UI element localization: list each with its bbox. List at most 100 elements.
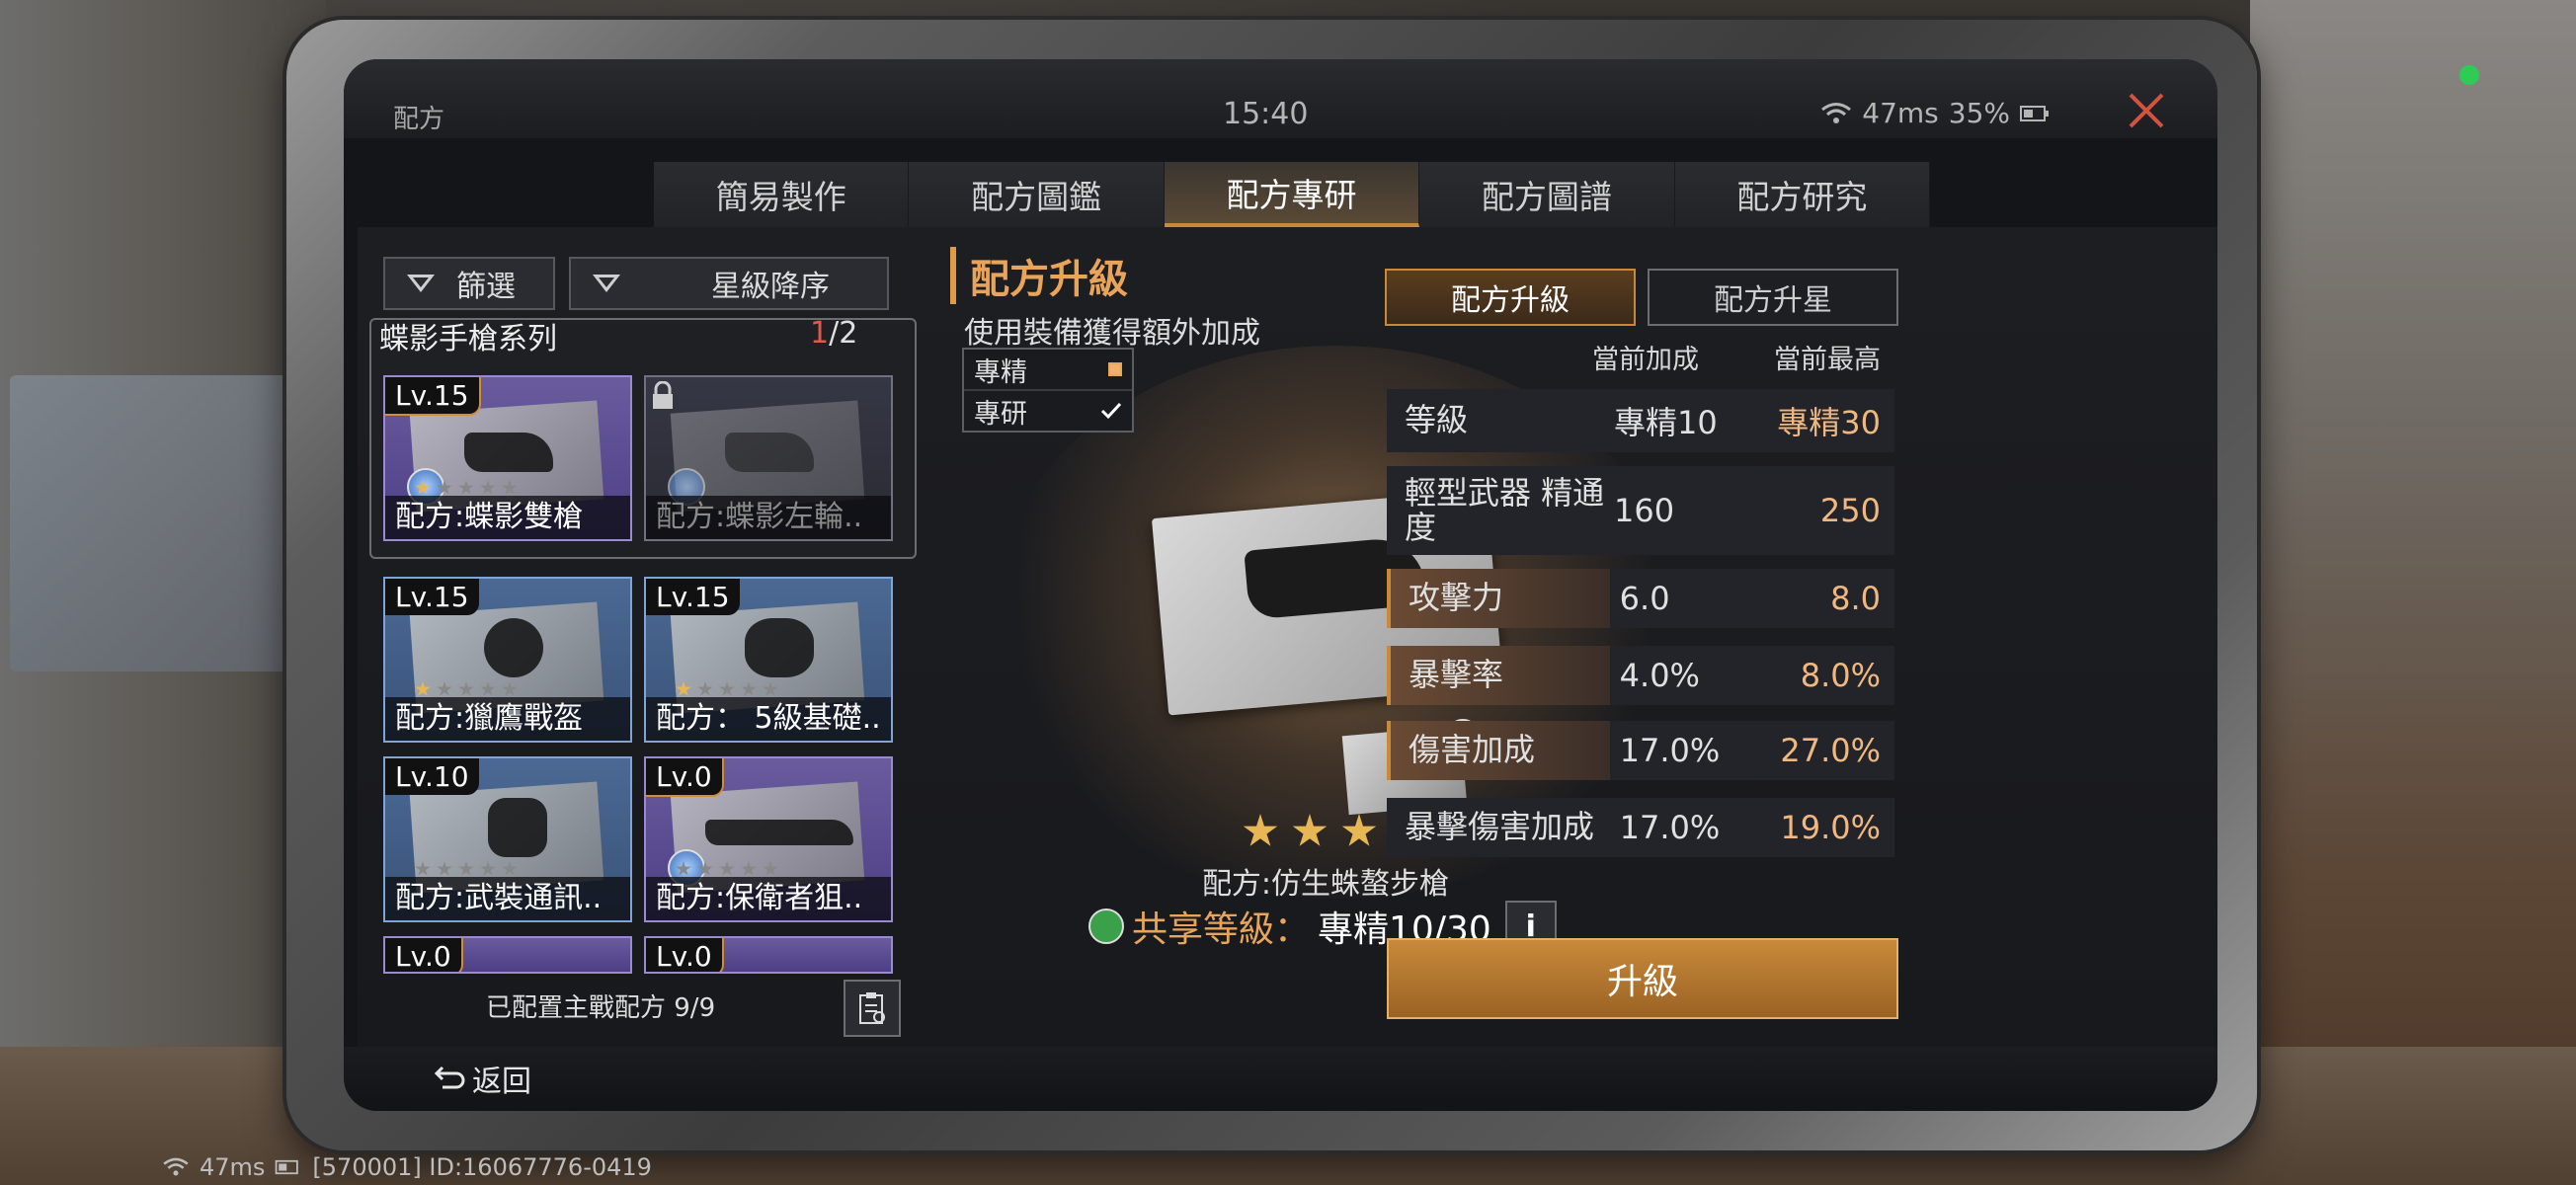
legend-mastery: 專精 — [964, 350, 1132, 391]
stat-max: 19.0% — [1780, 809, 1881, 846]
network-status: 47ms 35% — [1820, 97, 2050, 129]
filter-button[interactable]: 篩選 — [383, 257, 555, 310]
stat-name: 等級 — [1405, 401, 1469, 439]
legend-mastery-label: 專精 — [974, 356, 1027, 388]
share-level-label: 共享等級： — [1132, 909, 1311, 950]
recording-indicator — [2459, 65, 2479, 85]
stat-max: 8.0 — [1830, 580, 1882, 617]
sort-button[interactable]: 星級降序 — [569, 257, 889, 310]
card-level: Lv.10 — [385, 758, 479, 795]
stat-row: 輕型武器 精通度 160 250 — [1387, 466, 1894, 555]
stat-row: 等級 專精10 專精30 — [1387, 389, 1894, 452]
stat-row: 攻擊力 6.0 8.0 — [1387, 569, 1894, 628]
card-name: 配方:蝶影雙槍 — [385, 496, 630, 539]
recipe-card-locked[interactable]: 配方:蝶影左輪.. — [644, 375, 893, 541]
stat-name: 傷害加成 — [1387, 721, 1610, 780]
bottom-bar — [344, 1047, 2217, 1111]
background-window — [10, 375, 316, 672]
tab-simple-craft[interactable]: 簡易製作 — [654, 162, 910, 227]
tab-recipe-atlas[interactable]: 配方圖譜 — [1419, 162, 1675, 227]
stat-current: 17.0% — [1619, 732, 1721, 769]
stat-current: 17.0% — [1619, 809, 1721, 846]
content-panel: 篩選 星級降序 蝶影手槍系列 1/2 Lv.15 配方:蝶影雙槍 配方:蝶影左輪… — [358, 227, 2217, 1047]
footer-ping: 47ms — [200, 1153, 266, 1181]
lock-icon — [653, 381, 673, 409]
weapon-image — [464, 433, 553, 472]
stat-current: 4.0% — [1619, 657, 1700, 694]
recipe-card[interactable]: Lv.15 配方： 5級基礎.. — [644, 577, 893, 743]
card-name: 配方： 5級基礎.. — [646, 697, 891, 741]
wifi-icon — [163, 1157, 189, 1176]
recipe-card[interactable]: Lv.0 — [644, 936, 893, 974]
battery-value: 35% — [1948, 97, 2010, 129]
card-stars — [415, 861, 518, 877]
device-frame: 配方 15:40 47ms 35% 簡易製作 配方圖鑑 配方專研 配方圖譜 配方… — [286, 20, 2257, 1150]
tab-recipe-research[interactable]: 配方研究 — [1675, 162, 1931, 227]
ping-value: 47ms — [1862, 97, 1939, 129]
weapon-image — [705, 820, 853, 845]
legend-research: 專研 — [964, 391, 1132, 431]
back-button[interactable]: 返回 — [433, 1057, 531, 1100]
helmet-image — [745, 618, 814, 677]
tab-recipe-upgrade[interactable]: 配方升級 — [1385, 269, 1636, 326]
series-page: 1/2 — [810, 316, 857, 351]
column-current: 當前加成 — [1592, 345, 1699, 375]
stat-name: 輕型武器 精通度 — [1405, 473, 1605, 546]
server-id: [570001] ID:16067776-0419 — [312, 1153, 652, 1181]
tab-recipe-catalog[interactable]: 配方圖鑑 — [909, 162, 1165, 227]
card-name: 配方:獵鷹戰盔 — [385, 697, 630, 741]
card-level: Lv.0 — [385, 938, 463, 972]
recipe-card[interactable]: Lv.0 配方:保衛者狙.. — [644, 756, 893, 922]
recipe-card[interactable]: Lv.0 — [383, 936, 632, 974]
recipe-card[interactable]: Lv.10 配方:武裝通訊.. — [383, 756, 632, 922]
close-icon[interactable] — [2125, 89, 2168, 132]
card-level: Lv.15 — [646, 579, 740, 615]
square-icon — [1108, 362, 1122, 376]
series-page-current: 1 — [810, 316, 830, 351]
helmet-image — [484, 618, 543, 677]
stat-max: 專精30 — [1777, 404, 1881, 441]
tab-recipe-study[interactable]: 配方專研 — [1164, 162, 1420, 227]
legend-box: 專精 專研 — [962, 348, 1134, 433]
recipe-card[interactable]: Lv.15 配方:蝶影雙槍 — [383, 375, 632, 541]
battery-icon — [2020, 105, 2049, 121]
background-right — [2250, 0, 2576, 1185]
filter-label: 篩選 — [456, 270, 516, 304]
stat-max: 250 — [1819, 492, 1881, 529]
upgrade-button[interactable]: 升級 — [1387, 938, 1898, 1019]
series-title: 蝶影手槍系列 — [379, 322, 557, 356]
back-arrow-icon — [434, 1066, 465, 1089]
card-level: Lv.0 — [646, 758, 724, 797]
stat-current: 160 — [1614, 492, 1675, 529]
tab-recipe-star[interactable]: 配方升星 — [1648, 269, 1898, 326]
game-screen: 配方 15:40 47ms 35% 簡易製作 配方圖鑑 配方專研 配方圖譜 配方… — [344, 59, 2217, 1111]
recipe-card[interactable]: Lv.15 配方:獵鷹戰盔 — [383, 577, 632, 743]
stat-name: 攻擊力 — [1387, 569, 1610, 628]
card-level: Lv.15 — [385, 377, 481, 416]
armor-image — [488, 798, 547, 857]
card-name: 配方:保衛者狙.. — [646, 877, 891, 920]
card-stars — [676, 681, 778, 697]
stat-name: 暴擊率 — [1387, 646, 1610, 705]
back-label: 返回 — [472, 1065, 531, 1099]
card-name: 配方:武裝通訊.. — [385, 877, 630, 920]
section-subtitle: 使用裝備獲得額外加成 — [964, 316, 1260, 351]
assigned-count: 已配置主戰配方 9/9 — [486, 993, 716, 1023]
sort-label: 星級降序 — [711, 270, 830, 304]
top-bar: 配方 15:40 47ms 35% — [344, 59, 2217, 138]
triangle-down-icon — [407, 275, 435, 292]
column-max: 當前最高 — [1774, 345, 1881, 375]
card-stars — [415, 681, 518, 697]
section-title: 配方升級 — [950, 247, 1128, 304]
card-level: Lv.0 — [646, 938, 724, 972]
stat-row: 暴擊傷害加成 17.0% 19.0% — [1387, 798, 1894, 857]
footer-info: 47ms [570001] ID:16067776-0419 — [162, 1153, 652, 1181]
stat-name: 暴擊傷害加成 — [1405, 808, 1595, 846]
card-stars — [415, 480, 518, 496]
legend-research-label: 專研 — [974, 398, 1027, 430]
weapon-image — [725, 433, 814, 472]
checkmark-icon — [1100, 402, 1122, 420]
card-level: Lv.15 — [385, 579, 479, 615]
stat-row: 暴擊率 4.0% 8.0% — [1387, 646, 1894, 705]
clipboard-icon[interactable] — [844, 980, 901, 1037]
